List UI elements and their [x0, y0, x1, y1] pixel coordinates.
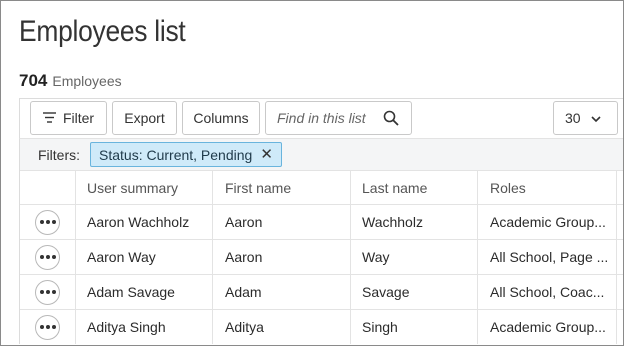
ellipsis-icon [39, 220, 44, 224]
cell-roles: All School, Page ... [490, 249, 609, 265]
table-row[interactable]: Adam Savage Adam Savage All School, Coac… [20, 274, 623, 309]
record-count: 704 Employees [19, 71, 122, 91]
app-window: Employees list 704 Employees Filter Expo… [0, 0, 624, 346]
row-menu-button[interactable] [35, 209, 60, 235]
cell-first-name: Aaron [225, 214, 263, 230]
cell-user-summary[interactable]: Aaron Wachholz [87, 205, 212, 239]
export-button-label: Export [124, 110, 165, 126]
filter-button[interactable]: Filter [30, 101, 107, 135]
column-header-first-name[interactable]: First name [225, 171, 350, 204]
filter-button-label: Filter [62, 110, 95, 126]
filters-label: Filters: [38, 146, 80, 163]
cell-roles: Academic Group... [490, 319, 606, 335]
search-icon[interactable] [383, 110, 399, 131]
cell-user-summary[interactable]: Aditya Singh [87, 310, 212, 344]
search-field[interactable] [265, 101, 412, 135]
cell-roles: All School, Coac... [490, 284, 605, 300]
cell-last-name: Wachholz [362, 214, 423, 230]
cell-first-name: Aditya [225, 319, 264, 335]
filter-chip-text: Status: Current, Pending [99, 146, 253, 163]
filter-lines-icon [42, 110, 56, 126]
chevron-down-icon [591, 110, 601, 126]
column-header-user-summary[interactable]: User summary [87, 171, 212, 204]
cell-roles: Academic Group... [490, 214, 606, 230]
table-row[interactable]: Aaron Way Aaron Way All School, Page ... [20, 239, 623, 274]
row-menu-button[interactable] [35, 279, 60, 305]
row-menu-button[interactable] [35, 244, 60, 270]
list-toolbar: Filter Export Columns 30 [19, 98, 623, 138]
ellipsis-icon [39, 290, 44, 294]
table-row[interactable]: Aditya Singh Aditya Singh Academic Group… [20, 309, 623, 344]
table-header-row: User summary First name Last name Roles [20, 170, 623, 204]
cell-last-name: Way [362, 249, 390, 265]
cell-user-summary[interactable]: Adam Savage [87, 275, 212, 309]
row-menu-button[interactable] [35, 314, 60, 340]
filter-chip-status[interactable]: Status: Current, Pending ✕ [90, 142, 282, 167]
employees-table: User summary First name Last name Roles … [19, 170, 623, 344]
columns-button[interactable]: Columns [182, 101, 260, 135]
page-size-value: 30 [565, 110, 581, 126]
close-icon[interactable]: ✕ [260, 147, 273, 162]
columns-button-label: Columns [193, 110, 249, 126]
ellipsis-icon [39, 255, 44, 259]
page-size-select[interactable]: 30 [553, 101, 618, 135]
column-header-roles[interactable]: Roles [490, 171, 610, 204]
record-count-label: Employees [52, 73, 122, 89]
record-count-number: 704 [19, 71, 48, 90]
cell-last-name: Singh [362, 319, 398, 335]
column-header-last-name[interactable]: Last name [362, 171, 487, 204]
search-input[interactable] [277, 110, 381, 126]
page-title: Employees list [19, 15, 186, 48]
export-button[interactable]: Export [112, 101, 177, 135]
cell-user-summary[interactable]: Aaron Way [87, 240, 212, 274]
cell-first-name: Adam [225, 284, 262, 300]
cell-last-name: Savage [362, 284, 410, 300]
table-row[interactable]: Aaron Wachholz Aaron Wachholz Academic G… [20, 204, 623, 239]
active-filters-bar: Filters: Status: Current, Pending ✕ [19, 138, 623, 170]
cell-first-name: Aaron [225, 249, 263, 265]
ellipsis-icon [39, 325, 44, 329]
